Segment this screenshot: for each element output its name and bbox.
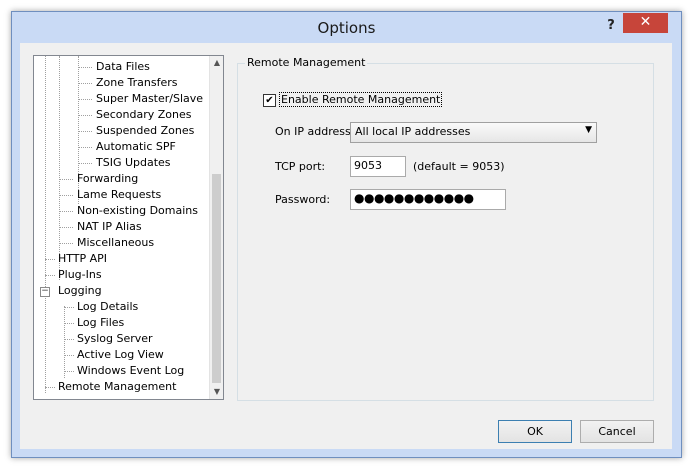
close-button[interactable]: ✕ [623,13,668,33]
tree-item-active-log-view[interactable]: Active Log View [77,347,164,363]
enable-remote-management-checkbox[interactable]: ✔ [263,94,276,107]
tree-item-forwarding[interactable]: Forwarding [77,171,138,187]
options-dialog: Options ? ✕ Data Files Zone Transfers Su… [11,11,682,458]
tree-connector [45,275,55,276]
title-bar[interactable]: Options ? ✕ [12,12,681,44]
collapse-logging-icon[interactable]: − [40,287,50,297]
group-title: Remote Management [245,56,368,69]
tree-item-secondary-zones[interactable]: Secondary Zones [96,107,192,123]
tree-connector [64,306,65,378]
tree-item-miscellaneous[interactable]: Miscellaneous [77,235,154,251]
tree-connector [59,227,73,228]
tcp-port-input[interactable]: 9053 [350,156,406,177]
tree-connector [45,259,55,260]
remote-management-group [237,63,654,401]
tree-connector [64,339,74,340]
options-tree[interactable]: Data Files Zone Transfers Super Master/S… [33,55,224,400]
tree-item-lame-requests[interactable]: Lame Requests [77,187,161,203]
tree-connector [78,115,92,116]
tree-connector [78,131,92,132]
ip-address-label: On IP address: [275,125,355,138]
password-label: Password: [275,193,331,206]
tree-item-suspended-zones[interactable]: Suspended Zones [96,123,194,139]
password-value: ●●●●●●●●●●●● [354,191,474,205]
tcp-port-value: 9053 [354,159,382,172]
password-input[interactable]: ●●●●●●●●●●●● [350,189,506,210]
dialog-title: Options [317,19,376,37]
tree-item-non-existing-domains[interactable]: Non-existing Domains [77,203,198,219]
tree-connector [78,163,92,164]
tree-item-plug-ins[interactable]: Plug-Ins [58,267,102,283]
tcp-port-label: TCP port: [275,160,326,173]
scroll-down-arrow-icon[interactable]: ▼ [211,385,223,399]
tree-connector [78,147,92,148]
tree-connector [64,355,74,356]
tree-connector [64,323,74,324]
scroll-up-arrow-icon[interactable]: ▲ [211,56,223,70]
tree-item-nat-ip-alias[interactable]: NAT IP Alias [77,219,142,235]
tree-connector [59,56,60,280]
tree-connector [45,387,55,388]
tree-item-logging[interactable]: Logging [58,283,102,299]
tree-connector [59,243,73,244]
ip-address-value: All local IP addresses [355,125,471,138]
tree-item-zone-transfers[interactable]: Zone Transfers [96,75,177,91]
tree-item-windows-event-log[interactable]: Windows Event Log [77,363,184,379]
tree-item-log-files[interactable]: Log Files [77,315,124,331]
tree-connector [45,56,46,393]
ip-address-select[interactable]: All local IP addresses ▼ [350,122,597,143]
enable-remote-management-label[interactable]: Enable Remote Management [279,92,443,107]
dialog-body: Data Files Zone Transfers Super Master/S… [20,43,672,449]
tcp-port-default-hint: (default = 9053) [413,160,505,173]
tree-connector [78,99,92,100]
ok-button[interactable]: OK [498,420,572,443]
tree-connector [59,195,73,196]
tree-item-http-api[interactable]: HTTP API [58,251,107,267]
scrollbar-thumb[interactable] [212,174,221,383]
tree-item-remote-management[interactable]: Remote Management [58,379,176,395]
tree-item-syslog-server[interactable]: Syslog Server [77,331,153,347]
tree-item-log-details[interactable]: Log Details [77,299,138,315]
tree-item-data-files[interactable]: Data Files [96,59,150,75]
dropdown-arrow-icon: ▼ [585,125,592,135]
tree-scrollbar[interactable]: ▲ ▼ [209,56,223,399]
tree-connector [64,307,74,308]
tree-connector [64,371,74,372]
tree-item-automatic-spf[interactable]: Automatic SPF [96,139,176,155]
tree-item-tsig-updates[interactable]: TSIG Updates [96,155,171,171]
tree-connector [59,211,73,212]
tree-connector [78,67,92,68]
cancel-button[interactable]: Cancel [580,420,654,443]
help-button[interactable]: ? [598,16,624,36]
tree-item-super-master-slave[interactable]: Super Master/Slave [96,91,203,107]
tree-connector [78,83,92,84]
tree-connector [59,179,73,180]
